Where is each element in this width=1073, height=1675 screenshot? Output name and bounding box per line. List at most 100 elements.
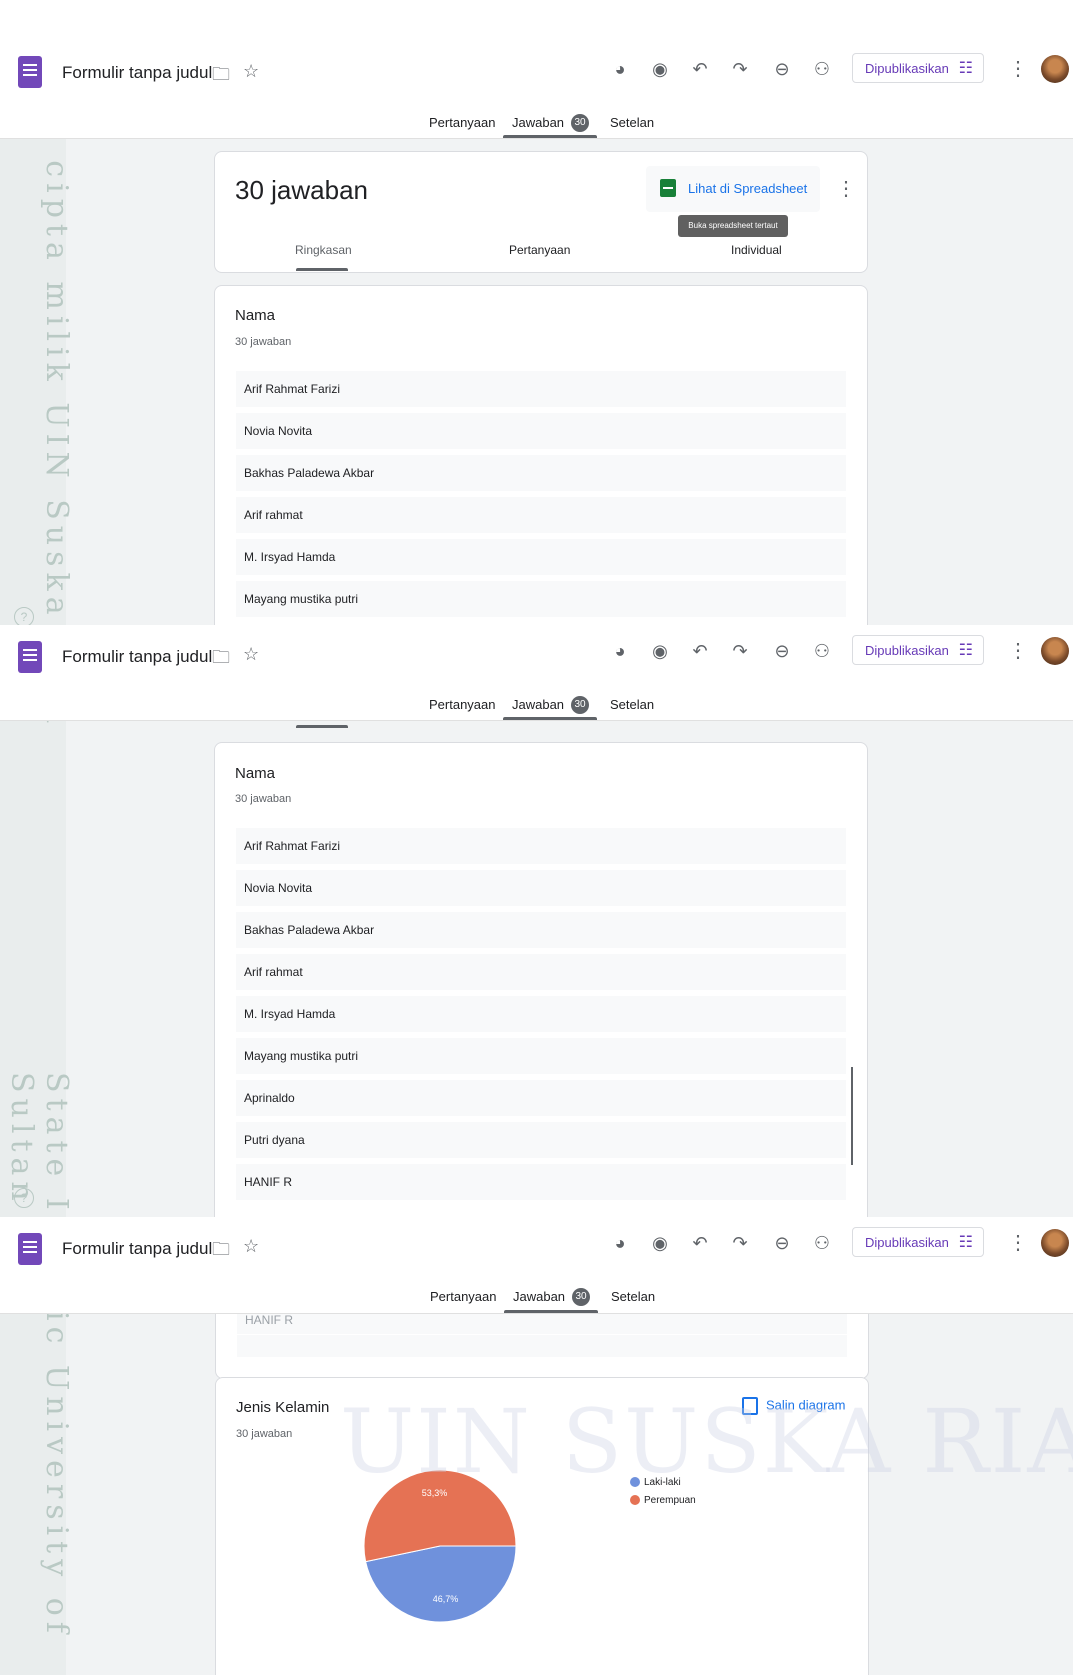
list-item: Arif Rahmat Farizi (236, 828, 846, 864)
tab-settings[interactable]: Setelan (610, 115, 654, 130)
tab-responses[interactable]: Jawaban (512, 697, 564, 712)
question-response-count: 30 jawaban (235, 793, 292, 805)
folder-icon[interactable]: 🗀 (212, 62, 230, 92)
palette-icon[interactable]: ◕ (608, 1231, 632, 1255)
form-title[interactable]: Formulir tanpa judul (62, 1239, 212, 1259)
list-item-partial: HANIF R (237, 1314, 847, 1334)
list-item: HANIF R (236, 1164, 846, 1200)
view-in-sheets-button[interactable]: Lihat di Spreadsheet (646, 166, 820, 212)
list-item: M. Irsyad Hamda (236, 996, 846, 1032)
tab-responses[interactable]: Jawaban (512, 115, 564, 130)
subtab-questions[interactable]: Pertanyaan (509, 243, 570, 257)
response-count-title: 30 jawaban (235, 175, 368, 205)
palette-icon[interactable]: ◕ (608, 639, 632, 663)
pie-data-label: 46,7% (433, 1594, 459, 1604)
redo-icon[interactable]: ↷ (728, 639, 752, 663)
star-icon[interactable]: ☆ (243, 644, 259, 665)
preview-eye-icon[interactable]: ◉ (648, 57, 672, 81)
more-vert-icon[interactable]: ⋮ (836, 176, 856, 201)
list-item: Arif rahmat (236, 497, 846, 533)
avatar[interactable] (1041, 55, 1069, 83)
avatar[interactable] (1041, 1229, 1069, 1257)
responses-count-badge: 30 (572, 1288, 590, 1306)
preview-eye-icon[interactable]: ◉ (648, 1231, 672, 1255)
avatar[interactable] (1041, 637, 1069, 665)
watermark-university-text: State Islamic University of Sultan S (4, 1072, 74, 1639)
top-bar: Formulir tanpa judul 🗀 ☆ ◕ ◉ ↶ ↷ ⊖ ⚇ Dip… (0, 625, 1073, 721)
screenshot-section-2: Formulir tanpa judul 🗀 ☆ ◕ ◉ ↶ ↷ ⊖ ⚇ Dip… (0, 625, 1073, 1217)
star-icon[interactable]: ☆ (243, 1236, 259, 1257)
published-button[interactable]: Dipublikasikan ☷ (852, 635, 984, 665)
tab-responses[interactable]: Jawaban (513, 1289, 565, 1304)
list-item: Novia Novita (236, 870, 846, 906)
tab-questions[interactable]: Pertanyaan (429, 697, 496, 712)
link-icon[interactable]: ⊖ (770, 639, 794, 663)
question-response-count: 30 jawaban (236, 1428, 293, 1440)
info-icon: ? (14, 607, 34, 627)
list-item: Novia Novita (236, 413, 846, 449)
responses-count-badge: 30 (571, 114, 589, 132)
active-tab-indicator (503, 135, 597, 138)
published-label: Dipublikasikan (865, 61, 949, 76)
legend-swatch (630, 1495, 640, 1506)
published-button[interactable]: Dipublikasikan ☷ (852, 53, 984, 83)
info-icon: ? (14, 1188, 34, 1208)
list-item: Mayang mustika putri (236, 581, 846, 617)
redo-icon[interactable]: ↷ (728, 57, 752, 81)
published-button[interactable]: Dipublikasikan ☷ (852, 1227, 984, 1257)
published-label: Dipublikasikan (865, 643, 949, 658)
undo-icon[interactable]: ↶ (688, 639, 712, 663)
top-bar: Formulir tanpa judul 🗀 ☆ ◕ ◉ ↶ ↷ ⊖ ⚇ Dip… (0, 0, 1073, 139)
link-icon[interactable]: ⊖ (770, 1231, 794, 1255)
more-vert-icon[interactable]: ⋮ (1008, 638, 1028, 663)
tab-questions[interactable]: Pertanyaan (429, 115, 496, 130)
link-icon[interactable]: ⊖ (770, 57, 794, 81)
legend-item-female: Perempuan (630, 1495, 696, 1506)
list-item: Bakhas Paladewa Akbar (236, 455, 846, 491)
add-collaborator-icon[interactable]: ⚇ (810, 639, 834, 663)
add-collaborator-icon[interactable]: ⚇ (810, 57, 834, 81)
watermark-strip: © Hak cipta milik UIN Suska Riau ? State… (0, 0, 74, 1675)
preview-eye-icon[interactable]: ◉ (648, 639, 672, 663)
more-vert-icon[interactable]: ⋮ (1008, 1230, 1028, 1255)
folder-icon[interactable]: 🗀 (212, 1237, 230, 1267)
form-title[interactable]: Formulir tanpa judul (62, 63, 212, 83)
tab-questions[interactable]: Pertanyaan (430, 1289, 497, 1304)
subtab-individual[interactable]: Individual (731, 243, 782, 257)
star-icon[interactable]: ☆ (243, 61, 259, 82)
more-vert-icon[interactable]: ⋮ (1008, 56, 1028, 81)
gender-pie-chart: 46,7%53,3% (364, 1470, 517, 1623)
question-title: Nama (235, 307, 276, 324)
legend-label: Perempuan (644, 1495, 696, 1506)
summary-subtab-indicator (296, 268, 348, 271)
forms-logo-icon[interactable] (18, 1233, 42, 1265)
palette-icon[interactable]: ◕ (608, 57, 632, 81)
redo-icon[interactable]: ↷ (728, 1231, 752, 1255)
undo-icon[interactable]: ↶ (688, 1231, 712, 1255)
list-item: Bakhas Paladewa Akbar (236, 912, 846, 948)
list-item: M. Irsyad Hamda (236, 539, 846, 575)
sheet-tooltip: Buka spreadsheet tertaut (678, 215, 788, 237)
settings-sliders-icon: ☷ (958, 60, 973, 77)
forms-logo-icon[interactable] (18, 56, 42, 88)
view-in-sheets-label: Lihat di Spreadsheet (688, 181, 808, 196)
settings-sliders-icon: ☷ (958, 642, 973, 659)
summary-subtab-indicator (296, 725, 348, 728)
top-bar: Formulir tanpa judul 🗀 ☆ ◕ ◉ ↶ ↷ ⊖ ⚇ Dip… (0, 1217, 1073, 1314)
question-response-count: 30 jawaban (235, 336, 292, 348)
tab-settings[interactable]: Setelan (611, 1289, 655, 1304)
list-scrollbar[interactable] (851, 1067, 853, 1165)
undo-icon[interactable]: ↶ (688, 57, 712, 81)
forms-logo-icon[interactable] (18, 641, 42, 673)
question-title: Jenis Kelamin (236, 1399, 330, 1416)
list-item: Aprinaldo (236, 1080, 846, 1116)
active-tab-indicator (504, 1310, 598, 1313)
tab-settings[interactable]: Setelan (610, 697, 654, 712)
add-collaborator-icon[interactable]: ⚇ (810, 1231, 834, 1255)
list-item: Mayang mustika putri (236, 1038, 846, 1074)
subtab-summary[interactable]: Ringkasan (295, 243, 352, 257)
watermark-big-text: UIN SUSKA RIAU (340, 1390, 1073, 1493)
sheets-icon (660, 179, 676, 197)
folder-icon[interactable]: 🗀 (212, 645, 230, 675)
form-title[interactable]: Formulir tanpa judul (62, 647, 212, 667)
